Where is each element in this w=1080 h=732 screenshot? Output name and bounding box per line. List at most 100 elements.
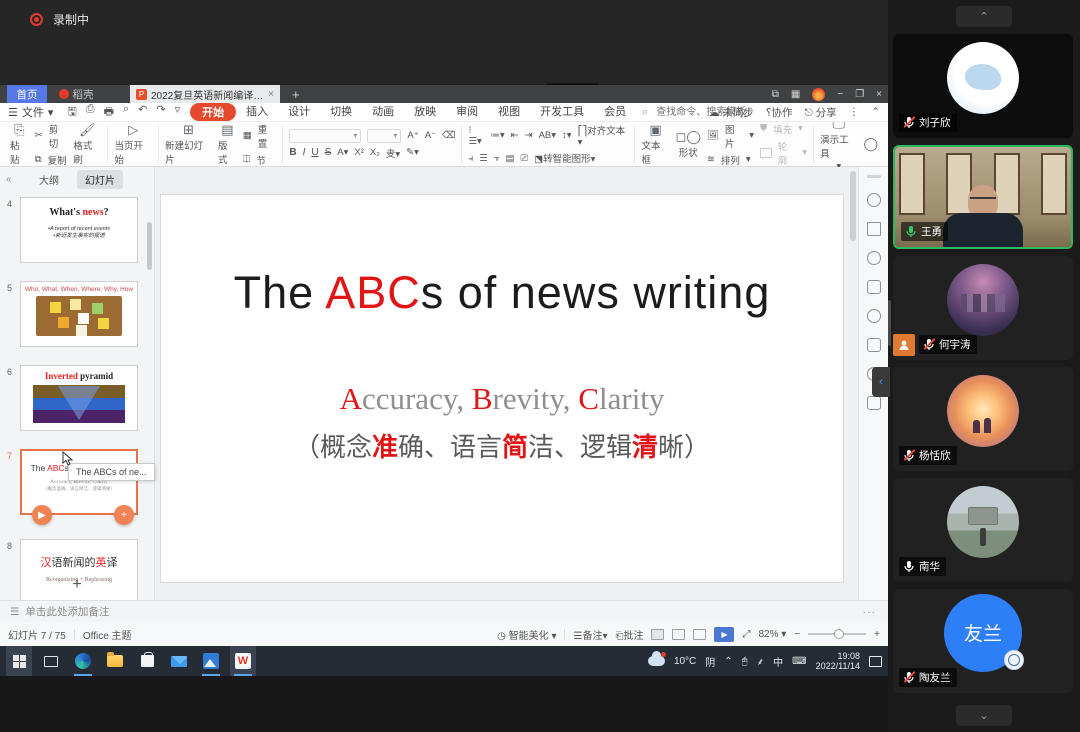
- minimize-button[interactable]: −: [837, 89, 843, 100]
- align-left-icon[interactable]: ⫞: [468, 153, 473, 164]
- panel-scrollbar[interactable]: [888, 300, 891, 346]
- tab-close-icon[interactable]: ×: [268, 89, 274, 100]
- present-tools-button[interactable]: 🖵演示工具▾: [820, 117, 857, 172]
- edge-browser-button[interactable]: [70, 646, 96, 676]
- notes-resize-dots[interactable]: ···: [863, 606, 877, 618]
- weather-temp[interactable]: 10°C: [674, 656, 696, 667]
- taskbar-clock[interactable]: 19:08 2022/11/14: [816, 651, 860, 671]
- align-right-icon[interactable]: ⫟: [494, 153, 500, 164]
- zoom-level[interactable]: 82% ▾: [758, 629, 786, 640]
- slideshow-play-button[interactable]: ▶: [714, 627, 734, 642]
- participant-tile[interactable]: 友兰 陶友兰: [893, 589, 1073, 693]
- participant-tile[interactable]: 刘子欣: [893, 34, 1073, 138]
- ribbon-tab-slideshow[interactable]: 放映: [404, 103, 446, 121]
- thumbnail-slide-6[interactable]: 6 Inverted pyramid: [20, 365, 138, 431]
- store-button[interactable]: [134, 646, 160, 676]
- beautify-rocket-icon[interactable]: [867, 193, 881, 207]
- preview-icon[interactable]: ⌕: [123, 103, 129, 122]
- find-replace-button[interactable]: ◯: [863, 137, 878, 151]
- arrange-button[interactable]: ≋排列▾: [707, 153, 754, 167]
- slide-layout-button[interactable]: ▤版式: [218, 123, 237, 166]
- increase-font-icon[interactable]: A⁺: [407, 130, 418, 141]
- font-family-select[interactable]: ▾: [289, 129, 361, 143]
- device-icon[interactable]: 🖰: [742, 656, 748, 667]
- ribbon-tab-home[interactable]: 开始: [190, 103, 236, 121]
- properties-sliders-icon[interactable]: [867, 222, 881, 236]
- cut-button[interactable]: ✂剪切: [35, 122, 68, 150]
- mail-button[interactable]: [166, 646, 192, 676]
- help-icon[interactable]: [867, 309, 881, 323]
- section-button[interactable]: ⎅节: [243, 153, 277, 167]
- share-button[interactable]: ⎋ 分享: [804, 105, 836, 120]
- format-painter-button[interactable]: 🖌格式刷: [73, 123, 101, 166]
- distribute-icon[interactable]: ⎚: [521, 153, 529, 164]
- smart-graphic-button[interactable]: ⬔转智能图形▾: [534, 151, 595, 165]
- notes-toggle[interactable]: ☰备注▾: [573, 627, 607, 642]
- close-button[interactable]: ×: [876, 89, 882, 100]
- zoom-slider[interactable]: [808, 633, 866, 635]
- fill-button[interactable]: ⛊填充▾: [760, 122, 807, 136]
- sorter-view-icon[interactable]: [672, 629, 685, 640]
- italic-button[interactable]: I: [303, 147, 306, 158]
- new-tab-button[interactable]: +: [292, 85, 300, 103]
- service-headset-icon[interactable]: [867, 338, 881, 352]
- shape-button[interactable]: ◻◯形状: [676, 130, 701, 159]
- superscript-icon[interactable]: X²: [354, 147, 364, 158]
- thumbnail-slide-4[interactable]: 4 What's news? •A report of recent event…: [20, 197, 138, 263]
- outline-button[interactable]: 轮廓▾: [760, 139, 807, 167]
- participant-tile[interactable]: 杨恬欣: [893, 367, 1073, 471]
- qat-more-icon[interactable]: ▿: [175, 103, 181, 122]
- more-menu-icon[interactable]: ⋮: [849, 106, 860, 118]
- ime-indicator[interactable]: 中: [773, 654, 783, 669]
- beautify-button[interactable]: ◷ 智能美化 ▾: [497, 627, 556, 642]
- justify-icon[interactable]: ▤: [506, 153, 515, 164]
- zoom-slider-knob[interactable]: [834, 629, 844, 639]
- ribbon-tab-insert[interactable]: 插入: [236, 103, 278, 121]
- task-view-button[interactable]: [38, 646, 64, 676]
- file-menu[interactable]: ☰ 文件 ▾: [8, 104, 53, 120]
- notebook-icon[interactable]: [867, 396, 881, 410]
- fit-slide-icon[interactable]: ⤢: [742, 629, 750, 640]
- ribbon-tab-devtools[interactable]: 开发工具: [530, 103, 594, 121]
- picture-button[interactable]: 🖼图片▾: [707, 122, 754, 150]
- numbering-icon[interactable]: ≔▾: [490, 130, 504, 141]
- zoom-in-button[interactable]: +: [874, 629, 880, 640]
- collapse-ribbon-icon[interactable]: ⌃: [871, 106, 880, 118]
- copilot-window-icon[interactable]: [867, 280, 881, 294]
- highlight-icon[interactable]: ✎▾: [406, 147, 419, 158]
- bold-button[interactable]: B: [289, 147, 296, 158]
- align-text-button[interactable]: ⎡⎤对齐文本▾: [578, 123, 629, 148]
- thumbnail-slide-8[interactable]: 8 汉语新闻的英译 Reorganizing + Rephrasing: [20, 539, 138, 605]
- start-button[interactable]: [6, 646, 32, 676]
- panel-expand-handle[interactable]: ‹: [872, 367, 890, 397]
- weather-icon[interactable]: [648, 656, 665, 666]
- wps-app-button[interactable]: W: [230, 646, 256, 676]
- bullets-icon[interactable]: ⁝☰▾: [468, 125, 484, 147]
- current-slide[interactable]: The ABCs of news writing Accuracy, Brevi…: [160, 194, 844, 583]
- user-avatar[interactable]: [812, 88, 825, 101]
- tab-document[interactable]: P 2022复旦英语新闻编译讲座.pptx ×: [130, 85, 280, 103]
- panel-scroll-down-button[interactable]: ⌄: [956, 705, 1012, 726]
- panel-collapse-up-button[interactable]: ⌃: [956, 6, 1012, 27]
- play-slide-button[interactable]: ▶: [32, 505, 52, 525]
- clear-format-icon[interactable]: ⌫: [442, 130, 455, 141]
- sync-status[interactable]: ☁ 未同步: [709, 105, 754, 120]
- new-slide-plus-button[interactable]: +: [72, 576, 81, 594]
- ribbon-tab-member[interactable]: 会员: [594, 103, 636, 121]
- participant-tile[interactable]: 何宇涛: [893, 256, 1073, 360]
- export-icon[interactable]: ⎙: [86, 103, 95, 122]
- copy-button[interactable]: ⧉复制: [35, 153, 68, 167]
- ribbon-tab-view[interactable]: 视图: [488, 103, 530, 121]
- tab-slides[interactable]: 幻灯片: [77, 170, 123, 189]
- tab-docer[interactable]: 稻壳: [47, 85, 105, 103]
- ribbon-tab-animation[interactable]: 动画: [362, 103, 404, 121]
- text-effect-icon[interactable]: 叏▾: [386, 146, 400, 160]
- decrease-indent-icon[interactable]: ⇤: [511, 130, 519, 141]
- paste-button[interactable]: ⎘粘贴: [10, 123, 29, 166]
- font-size-select[interactable]: ▾: [367, 129, 401, 143]
- action-center-icon[interactable]: [869, 656, 882, 667]
- participant-tile[interactable]: 南华: [893, 478, 1073, 582]
- save-icon[interactable]: 🖫: [67, 103, 76, 122]
- ribbon-tab-design[interactable]: 设计: [278, 103, 320, 121]
- tab-home[interactable]: 首页: [7, 85, 47, 103]
